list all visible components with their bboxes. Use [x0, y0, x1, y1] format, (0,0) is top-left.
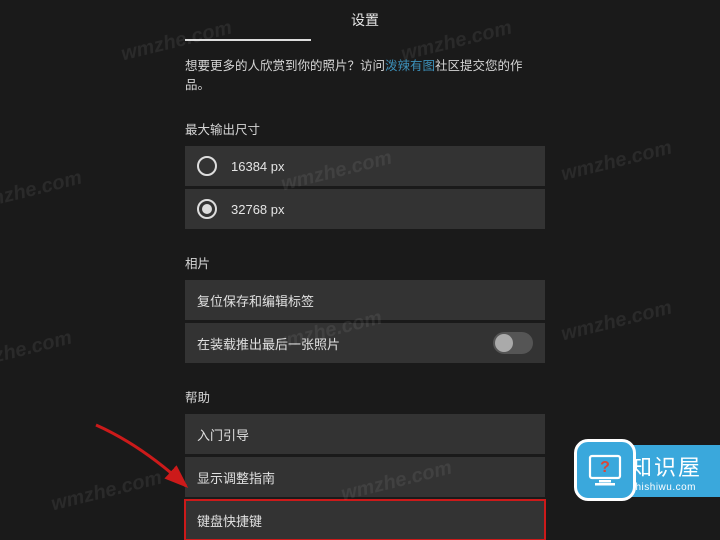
prompt-text: 想要更多的人欣赏到你的照片？访问泼辣有图社区提交您的作品。 [185, 55, 545, 93]
brand-badge: ? 知识屋 zhishiwu.com [582, 445, 720, 497]
radio-option-16384[interactable]: 16384 px [185, 146, 545, 186]
help-show-adjust-guide[interactable]: 显示调整指南 [185, 457, 545, 497]
prompt-link[interactable]: 泼辣有图 [385, 59, 435, 73]
reset-save-edit-tags[interactable]: 复位保存和编辑标签 [185, 280, 545, 320]
help-section-label: 帮助 [185, 387, 545, 406]
page-title: 设置 [185, 0, 545, 36]
radio-icon [197, 156, 217, 176]
brand-name: 知识屋 [630, 450, 702, 482]
push-last-photo-row[interactable]: 在装载推出最后一张照片 [185, 323, 545, 363]
max-output-label: 最大输出尺寸 [185, 119, 545, 138]
radio-label: 32768 px [231, 202, 285, 217]
brand-monitor-icon: ? [574, 439, 636, 501]
item-label: 键盘快捷键 [197, 511, 262, 530]
brand-sub: zhishiwu.com [630, 482, 702, 493]
help-keyboard-shortcuts[interactable]: 键盘快捷键 [185, 500, 545, 540]
item-label: 入门引导 [197, 425, 249, 444]
radio-option-32768[interactable]: 32768 px [185, 189, 545, 229]
radio-label: 16384 px [231, 159, 285, 174]
item-label: 在装载推出最后一张照片 [197, 334, 340, 353]
help-intro-guide[interactable]: 入门引导 [185, 414, 545, 454]
prompt-before: 想要更多的人欣赏到你的照片？访问 [185, 59, 385, 73]
svg-text:?: ? [600, 459, 610, 476]
photo-section-label: 相片 [185, 253, 545, 272]
item-label: 显示调整指南 [197, 468, 275, 487]
title-underline [185, 39, 311, 41]
radio-icon [197, 199, 217, 219]
push-last-toggle[interactable] [493, 332, 533, 354]
item-label: 复位保存和编辑标签 [197, 291, 314, 310]
